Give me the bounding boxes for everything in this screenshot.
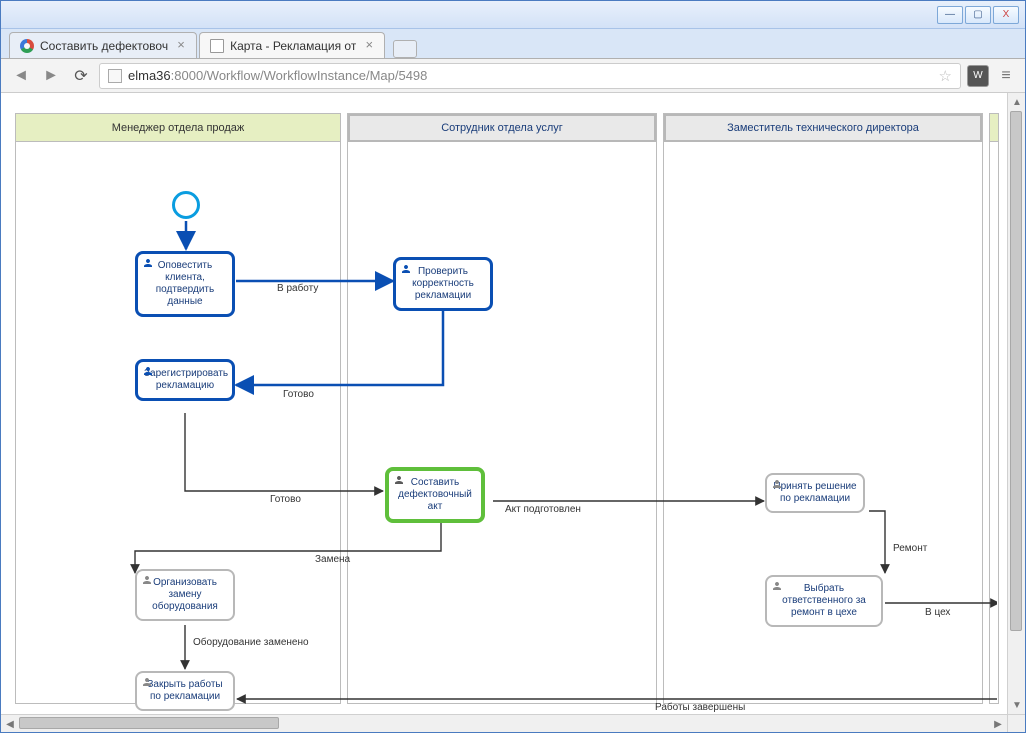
user-task-icon [142, 257, 154, 269]
edge-label-ready-1: Готово [283, 389, 314, 400]
window-titlebar: — ▢ X [1, 1, 1025, 29]
lane-header: Заместитель технического директора [664, 114, 982, 142]
task-label: Организовать замену оборудования [152, 577, 218, 612]
task-label: Зарегистрировать рекламацию [144, 368, 228, 391]
edge-label-works-done: Работы завершены [655, 702, 745, 713]
task-label: Оповестить клиента, подтвердить данные [156, 260, 214, 307]
lane-header [990, 114, 998, 142]
scroll-right-arrow-icon[interactable]: ▶ [989, 715, 1007, 732]
user-task-icon [393, 474, 405, 486]
task-label: Выбрать ответственного за ремонт в цехе [782, 583, 866, 618]
user-task-icon [400, 263, 412, 275]
scroll-down-arrow-icon[interactable]: ▼ [1008, 696, 1025, 714]
task-label: Принять решение по рекламации [773, 481, 856, 504]
user-task-icon [771, 580, 783, 592]
user-task-icon [771, 478, 783, 490]
window-minimize-button[interactable]: — [937, 6, 963, 24]
site-info-icon[interactable] [108, 69, 122, 83]
task-compose-defect-act[interactable]: Составить дефектовочный акт [385, 467, 485, 523]
task-label: Проверить корректность рекламации [412, 266, 474, 301]
user-task-icon [141, 676, 153, 688]
swimlane-partial [989, 113, 999, 704]
edge-label-act-ready: Акт подготовлен [505, 504, 581, 515]
address-bar[interactable]: elma36:8000/Workflow/WorkflowInstance/Ma… [99, 63, 961, 89]
task-make-decision[interactable]: Принять решение по рекламации [765, 473, 865, 513]
tab-favicon-elma-icon [20, 39, 34, 53]
swimlane-service-employee: Сотрудник отдела услуг [347, 113, 657, 704]
window-close-button[interactable]: X [993, 6, 1019, 24]
tab-strip: Составить дефектовоч × Карта - Рекламаци… [1, 29, 1025, 59]
scroll-left-arrow-icon[interactable]: ◀ [1, 715, 19, 732]
task-notify-client[interactable]: Оповестить клиента, подтвердить данные [135, 251, 235, 317]
task-select-responsible[interactable]: Выбрать ответственного за ремонт в цехе [765, 575, 883, 627]
task-label: Закрыть работы по рекламации [147, 679, 222, 702]
tab-title: Карта - Рекламация от [230, 39, 356, 53]
lane-header: Менеджер отдела продаж [16, 114, 340, 142]
vertical-scrollbar[interactable]: ▲ ▼ [1007, 93, 1025, 714]
edge-label-repair: Ремонт [893, 543, 927, 554]
reload-button[interactable]: ⟳ [69, 64, 93, 88]
url-host: elma36 [128, 68, 171, 83]
lane-header: Сотрудник отдела услуг [348, 114, 656, 142]
bpmn-canvas[interactable]: Менеджер отдела продаж Сотрудник отдела … [15, 113, 997, 704]
task-check-claim[interactable]: Проверить корректность рекламации [393, 257, 493, 311]
tab-close-icon[interactable]: × [362, 39, 376, 53]
tab-close-icon[interactable]: × [174, 39, 188, 53]
url-path: :8000/Workflow/WorkflowInstance/Map/5498 [171, 68, 428, 83]
scroll-thumb[interactable] [19, 717, 279, 729]
tab-favicon-document-icon [210, 39, 224, 53]
edge-label-ready-2: Готово [270, 494, 301, 505]
scroll-up-arrow-icon[interactable]: ▲ [1008, 93, 1025, 111]
browser-tab-1[interactable]: Составить дефектовоч × [9, 32, 197, 58]
scroll-corner [1007, 714, 1025, 732]
edge-label-to-work: В работу [277, 283, 318, 294]
task-label: Составить дефектовочный акт [398, 477, 472, 512]
chrome-menu-button[interactable]: ≡ [995, 65, 1017, 87]
new-tab-button[interactable] [393, 40, 417, 58]
tab-title: Составить дефектовоч [40, 39, 168, 53]
forward-button[interactable]: ► [39, 64, 63, 88]
back-button[interactable]: ◄ [9, 64, 33, 88]
window-maximize-button[interactable]: ▢ [965, 6, 991, 24]
task-register-claim[interactable]: Зарегистрировать рекламацию [135, 359, 235, 401]
user-task-icon [141, 574, 153, 586]
toolbar: ◄ ► ⟳ elma36:8000/Workflow/WorkflowInsta… [1, 59, 1025, 93]
browser-window: — ▢ X Составить дефектовоч × Карта - Рек… [0, 0, 1026, 733]
horizontal-scrollbar[interactable]: ◀ ▶ [1, 714, 1007, 732]
scroll-thumb[interactable] [1010, 111, 1022, 631]
page-viewport: Менеджер отдела продаж Сотрудник отдела … [1, 93, 1025, 732]
url-text: elma36:8000/Workflow/WorkflowInstance/Ma… [128, 68, 427, 83]
user-task-icon [142, 365, 154, 377]
edge-label-to-shop: В цех [925, 607, 950, 618]
extension-button[interactable]: W [967, 65, 989, 87]
edge-label-equipment-replaced: Оборудование заменено [193, 637, 309, 648]
task-close-works[interactable]: Закрыть работы по рекламации [135, 671, 235, 711]
start-event[interactable] [172, 191, 200, 219]
bookmark-star-icon[interactable]: ☆ [939, 67, 952, 85]
browser-tab-2[interactable]: Карта - Рекламация от × [199, 32, 385, 58]
edge-label-replace: Замена [315, 554, 350, 565]
task-organize-replacement[interactable]: Организовать замену оборудования [135, 569, 235, 621]
